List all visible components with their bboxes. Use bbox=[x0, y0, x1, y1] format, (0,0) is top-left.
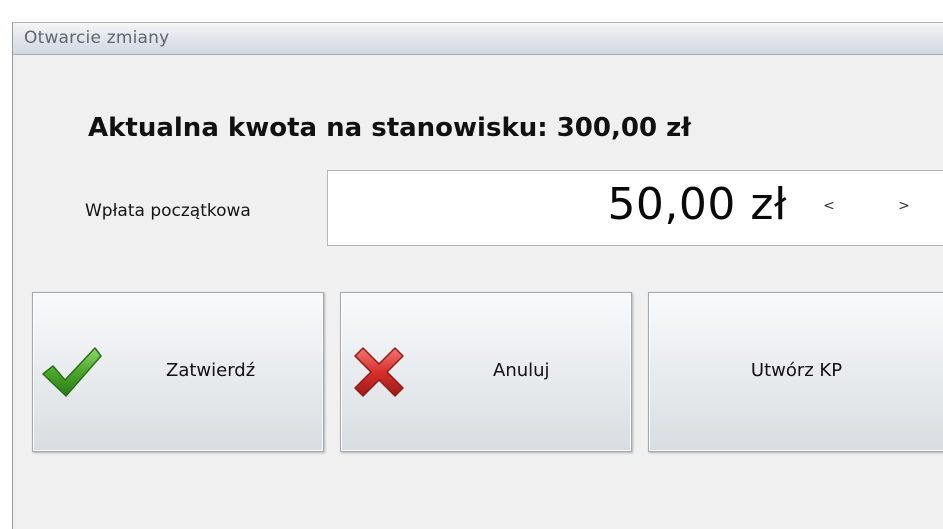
create-kp-button[interactable]: Utwórz KP bbox=[648, 292, 943, 452]
initial-deposit-label: Wpłata początkowa bbox=[85, 201, 251, 221]
shift-open-dialog: Otwarcie zmiany Aktualna kwota na stanow… bbox=[12, 22, 943, 529]
decrease-arrow-button[interactable]: < bbox=[821, 198, 837, 214]
window-title: Otwarcie zmiany bbox=[24, 28, 170, 48]
confirm-button-label: Zatwierdź bbox=[166, 360, 256, 381]
cancel-button[interactable]: Anuluj bbox=[340, 292, 632, 452]
create-kp-button-label: Utwórz KP bbox=[750, 360, 843, 381]
confirm-button[interactable]: Zatwierdź bbox=[32, 292, 324, 452]
check-icon bbox=[42, 347, 102, 397]
current-amount-heading: Aktualna kwota na stanowisku: 300,00 zł bbox=[88, 113, 691, 143]
initial-deposit-field[interactable]: 50,00 zł < > bbox=[327, 170, 943, 246]
title-bar: Otwarcie zmiany bbox=[13, 23, 943, 55]
cancel-button-label: Anuluj bbox=[493, 360, 550, 381]
close-icon bbox=[354, 347, 404, 397]
initial-deposit-value: 50,00 zł bbox=[607, 179, 787, 230]
increase-arrow-button[interactable]: > bbox=[896, 198, 912, 214]
